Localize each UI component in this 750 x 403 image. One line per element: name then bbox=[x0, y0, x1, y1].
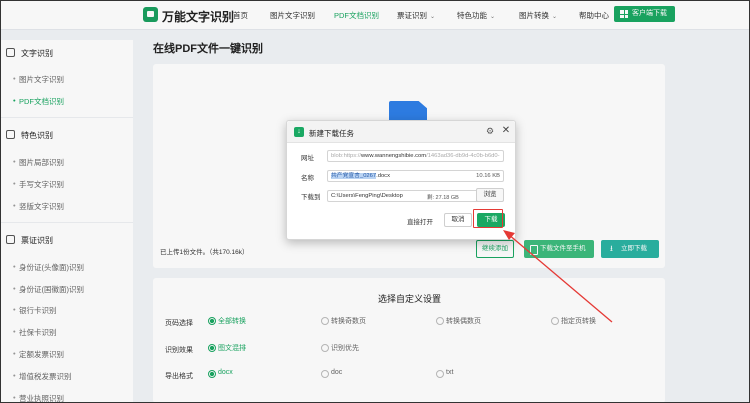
annotation-arrow-icon bbox=[503, 230, 613, 323]
